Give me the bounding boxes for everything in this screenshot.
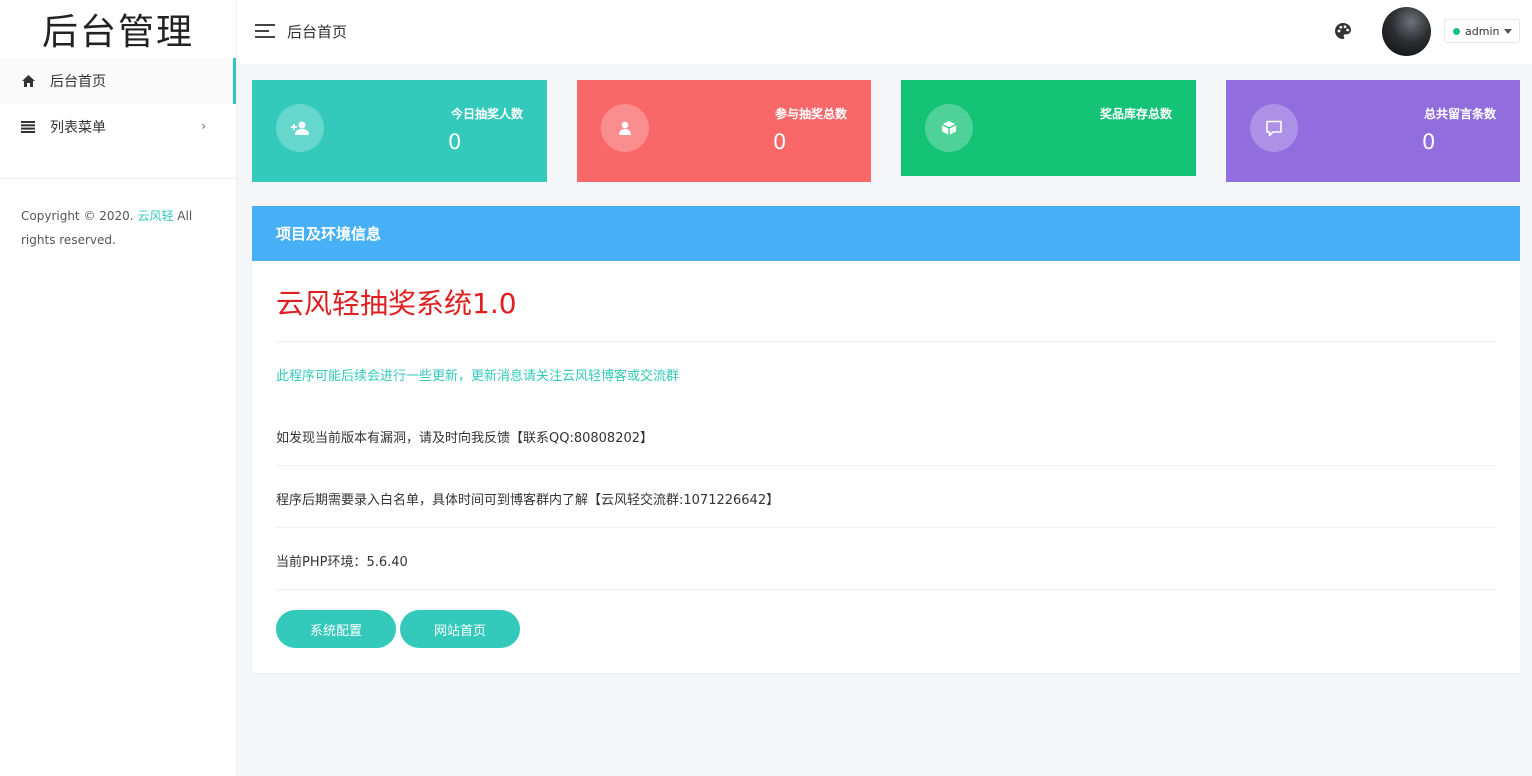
list-icon — [20, 119, 36, 135]
add-user-icon — [276, 104, 324, 152]
message-icon — [1250, 104, 1298, 152]
user-dropdown-button[interactable]: admin — [1444, 19, 1520, 43]
brand-logo: 后台管理 — [41, 12, 194, 53]
stat-value: 0 — [1422, 130, 1436, 154]
panel-heading: 项目及环境信息 — [252, 206, 1520, 261]
palette-icon[interactable] — [1334, 22, 1354, 42]
menu-toggle-icon[interactable] — [255, 24, 275, 40]
sidebar-item-label: 列表菜单 — [50, 120, 106, 136]
update-notice: 此程序可能后续会进行一些更新，更新消息请关注云风轻博客或交流群 — [276, 369, 680, 384]
caret-down-icon — [1504, 28, 1513, 34]
stat-card-messages: 总共留言条数 0 — [1226, 80, 1520, 182]
online-status-dot — [1453, 27, 1460, 35]
sidebar-item-home[interactable]: 后台首页 — [0, 58, 236, 104]
copyright: Copyright © 2020. 云风轻 All rights reserve… — [0, 179, 236, 252]
stat-value: 0 — [448, 130, 462, 154]
sidebar-item-label: 后台首页 — [50, 74, 106, 90]
whitelist-text: 程序后期需要录入白名单，具体时间可到博客群内了解【云风轻交流群:10712266… — [276, 493, 780, 508]
stat-card-today-draws: 今日抽奖人数 0 — [252, 80, 547, 182]
copyright-brand-link[interactable]: 云风轻 — [137, 209, 173, 223]
divider — [276, 527, 1496, 528]
divider — [276, 465, 1496, 466]
system-title: 云风轻抽奖系统1.0 — [276, 287, 517, 320]
stat-card-total-draws: 参与抽奖总数 0 — [577, 80, 871, 182]
project-info-panel: 项目及环境信息 云风轻抽奖系统1.0 此程序可能后续会进行一些更新，更新消息请关… — [252, 206, 1520, 673]
sidebar-item-list-menu[interactable]: 列表菜单 › — [0, 104, 236, 150]
divider — [276, 589, 1496, 590]
user-name: admin — [1465, 24, 1500, 38]
home-icon — [20, 73, 36, 89]
system-config-button[interactable]: 系统配置 — [276, 610, 396, 648]
sidebar-nav: 后台首页 列表菜单 › — [0, 58, 236, 150]
stat-card-prize-stock: 奖品库存总数 — [901, 80, 1196, 176]
user-icon — [601, 104, 649, 152]
sidebar: 后台管理 后台首页 列表菜单 › Copyright © 2020. 云风轻 A… — [0, 0, 237, 776]
page-title: 后台首页 — [287, 23, 348, 41]
box-icon — [925, 104, 973, 152]
avatar[interactable] — [1382, 7, 1431, 56]
stat-label: 总共留言条数 — [1423, 107, 1496, 121]
chevron-right-icon: › — [201, 119, 206, 133]
divider — [276, 341, 1496, 342]
site-home-button[interactable]: 网站首页 — [400, 610, 520, 648]
feedback-text: 如发现当前版本有漏洞，请及时向我反馈【联系QQ:80808202】 — [276, 431, 654, 446]
php-version-text: 当前PHP环境：5.6.40 — [276, 555, 408, 570]
stat-label: 参与抽奖总数 — [774, 107, 847, 121]
stat-label: 奖品库存总数 — [1099, 107, 1172, 121]
stat-value: 0 — [773, 130, 787, 154]
top-header: 后台首页 admin — [237, 0, 1532, 64]
stat-label: 今日抽奖人数 — [450, 107, 523, 121]
copyright-prefix: Copyright © 2020. — [21, 209, 134, 223]
